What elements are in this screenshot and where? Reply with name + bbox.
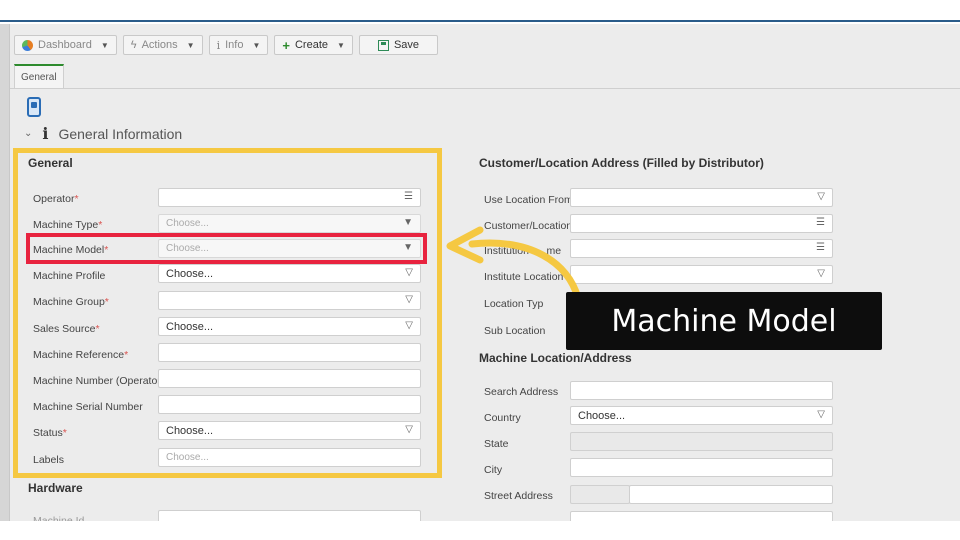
triangle-down-icon: ▽ (817, 268, 825, 279)
list-icon[interactable]: ☰ (816, 242, 825, 253)
dashboard-label: Dashboard (38, 39, 92, 51)
save-icon (377, 39, 389, 51)
machine-model-highlight (26, 233, 427, 264)
machine-icon (27, 97, 41, 117)
institute-name-field[interactable]: ☰ (570, 239, 833, 258)
street-address-input[interactable] (629, 485, 833, 504)
actions-label: Actions (141, 39, 178, 51)
create-label: Create (294, 39, 329, 51)
triangle-down-icon: ▽ (817, 191, 825, 202)
plus-icon: + (282, 37, 290, 53)
customer-location-title: Customer/Location Address (Filled by Dis… (479, 156, 764, 170)
save-button[interactable]: Save (358, 35, 439, 55)
section-title: General Information (58, 125, 183, 142)
state-label: State (484, 438, 509, 450)
caret-down-icon: ▼ (337, 40, 345, 50)
info-icon: i (42, 124, 49, 143)
info-icon: i (216, 38, 221, 52)
lightning-icon: ϟ (130, 39, 137, 51)
window-top-bar (0, 0, 960, 22)
curved-arrow-icon (446, 226, 582, 302)
machine-location-title: Machine Location/Address (479, 351, 632, 365)
dashboard-icon (22, 39, 33, 51)
left-collapsed-panel[interactable] (0, 24, 10, 521)
tab-divider (10, 88, 960, 89)
search-address-input[interactable] (570, 381, 833, 400)
callout-label: Machine Model (566, 292, 882, 350)
create-button[interactable]: + Create ▼ (274, 35, 353, 55)
actions-button[interactable]: ϟ Actions ▼ (122, 35, 203, 55)
chevron-down-icon: ⌄ (24, 128, 33, 139)
tab-general-label: General (21, 71, 57, 83)
bottom-margin (0, 521, 960, 540)
list-icon[interactable]: ☰ (816, 217, 825, 228)
street-number-input[interactable] (570, 485, 630, 504)
triangle-down-icon: ▽ (817, 409, 825, 420)
tab-general[interactable]: General (14, 64, 64, 88)
street-address-label: Street Address (484, 490, 553, 502)
general-section-highlight (13, 148, 442, 478)
city-input[interactable] (570, 458, 833, 477)
country-label: Country (484, 412, 521, 424)
state-input[interactable] (570, 432, 833, 451)
caret-down-icon: ▼ (186, 40, 195, 50)
hardware-group-title: Hardware (28, 481, 83, 495)
toolbar: Dashboard ▼ ϟ Actions ▼ i Info ▼ + Creat… (14, 35, 439, 55)
caret-down-icon: ▼ (100, 40, 109, 50)
general-information-header[interactable]: ⌄ i General Information (24, 124, 182, 143)
save-label: Save (393, 39, 420, 51)
info-button[interactable]: i Info ▼ (208, 35, 269, 55)
dashboard-button[interactable]: Dashboard ▼ (14, 35, 117, 55)
use-location-from-label: Use Location From (484, 194, 573, 206)
caret-down-icon: ▼ (252, 40, 261, 50)
use-location-from-select[interactable]: ▽ (570, 188, 833, 207)
city-label: City (484, 464, 503, 476)
sub-location-label: Sub Location (484, 325, 546, 337)
search-address-label: Search Address (484, 386, 559, 398)
country-select[interactable]: Choose... ▽ (570, 406, 833, 425)
customer-location-field[interactable]: ☰ (570, 214, 833, 233)
institute-location-select[interactable]: ▽ (570, 265, 833, 284)
info-label: Info (225, 39, 244, 51)
